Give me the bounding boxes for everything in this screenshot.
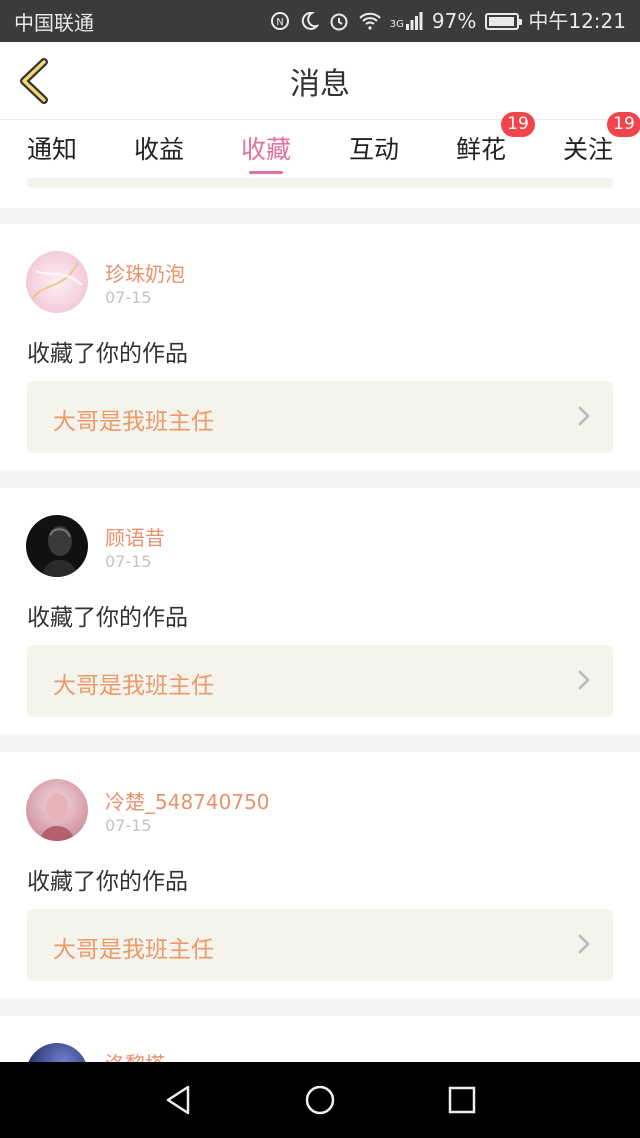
wifi-icon (359, 12, 381, 30)
work-title: 大哥是我班主任 (53, 673, 214, 699)
header: 消息 (0, 42, 640, 120)
chevron-right-icon (578, 406, 590, 426)
chevron-right-icon (578, 670, 590, 690)
tab-bar: 通知 收益 收藏 互动 鲜花 19 关注 19 (0, 112, 640, 178)
network-type-label: 3G (389, 19, 404, 30)
action-text: 收藏了你的作品 (27, 869, 188, 895)
back-button[interactable] (14, 56, 54, 106)
following-count-badge: 19 (607, 112, 640, 137)
tab-favorites[interactable]: 收藏 (241, 130, 291, 166)
tab-following[interactable]: 关注 (563, 130, 613, 166)
flowers-count-badge: 19 (501, 112, 535, 137)
page-title: 消息 (290, 66, 350, 102)
tab-earnings[interactable]: 收益 (134, 130, 184, 166)
avatar[interactable] (26, 1043, 88, 1062)
username-link[interactable]: 洛黎塔 (105, 1048, 165, 1062)
signal-icon (405, 12, 423, 30)
work-title: 大哥是我班主任 (53, 409, 214, 435)
action-text: 收藏了你的作品 (27, 341, 188, 367)
carrier-label: 中国联通 (14, 10, 94, 35)
work-link[interactable]: 大哥是我班主任 (27, 909, 613, 981)
tab-interactions[interactable]: 互动 (349, 130, 399, 166)
tab-notifications[interactable]: 通知 (27, 130, 77, 166)
favorite-item: 冷楚_548740750 07-15 收藏了你的作品 大哥是我班主任 (0, 752, 640, 998)
previous-work-box (27, 178, 613, 188)
clock: 中午12:21 (528, 9, 626, 33)
svg-text:N: N (276, 17, 283, 28)
back-triangle-icon[interactable] (159, 1082, 199, 1118)
home-circle-icon[interactable] (300, 1082, 340, 1118)
username-link[interactable]: 珍珠奶泡 (105, 258, 185, 287)
avatar[interactable] (26, 779, 88, 841)
work-link[interactable]: 大哥是我班主任 (27, 645, 613, 717)
battery-percent: 97% (431, 9, 477, 33)
nfc-icon: N (270, 12, 289, 30)
chevron-left-icon (20, 58, 48, 104)
avatar[interactable] (26, 251, 88, 313)
recents-square-icon[interactable] (442, 1082, 482, 1118)
chevron-right-icon (578, 934, 590, 954)
moon-icon (301, 11, 319, 30)
action-text: 收藏了你的作品 (27, 605, 188, 631)
alarm-icon (330, 13, 348, 31)
work-link[interactable]: 大哥是我班主任 (27, 381, 613, 453)
avatar-image (26, 779, 88, 841)
work-title: 大哥是我班主任 (53, 937, 214, 963)
username-link[interactable]: 冷楚_548740750 (105, 786, 270, 815)
favorite-item: 洛黎塔 (0, 1016, 640, 1062)
avatar-image (26, 1043, 88, 1062)
timestamp: 07-15 (105, 552, 152, 571)
favorite-item: 顾语昔 07-15 收藏了你的作品 大哥是我班主任 (0, 488, 640, 734)
username-link[interactable]: 顾语昔 (105, 522, 165, 551)
previous-card-bottom (0, 178, 640, 208)
avatar[interactable] (26, 515, 88, 577)
system-nav-bar (0, 1062, 640, 1138)
avatar-image (26, 251, 88, 313)
timestamp: 07-15 (105, 288, 152, 307)
avatar-image (26, 515, 88, 577)
favorite-item: 珍珠奶泡 07-15 收藏了你的作品 大哥是我班主任 (0, 224, 640, 470)
status-bar: 中国联通 N 3G 97% 中午12:21 (0, 0, 640, 42)
battery-icon (485, 12, 523, 30)
status-icons: N 3G 97% 中午12:21 (270, 10, 626, 32)
tab-flowers[interactable]: 鲜花 (456, 130, 506, 166)
timestamp: 07-15 (105, 816, 152, 835)
active-tab-indicator (249, 171, 283, 174)
